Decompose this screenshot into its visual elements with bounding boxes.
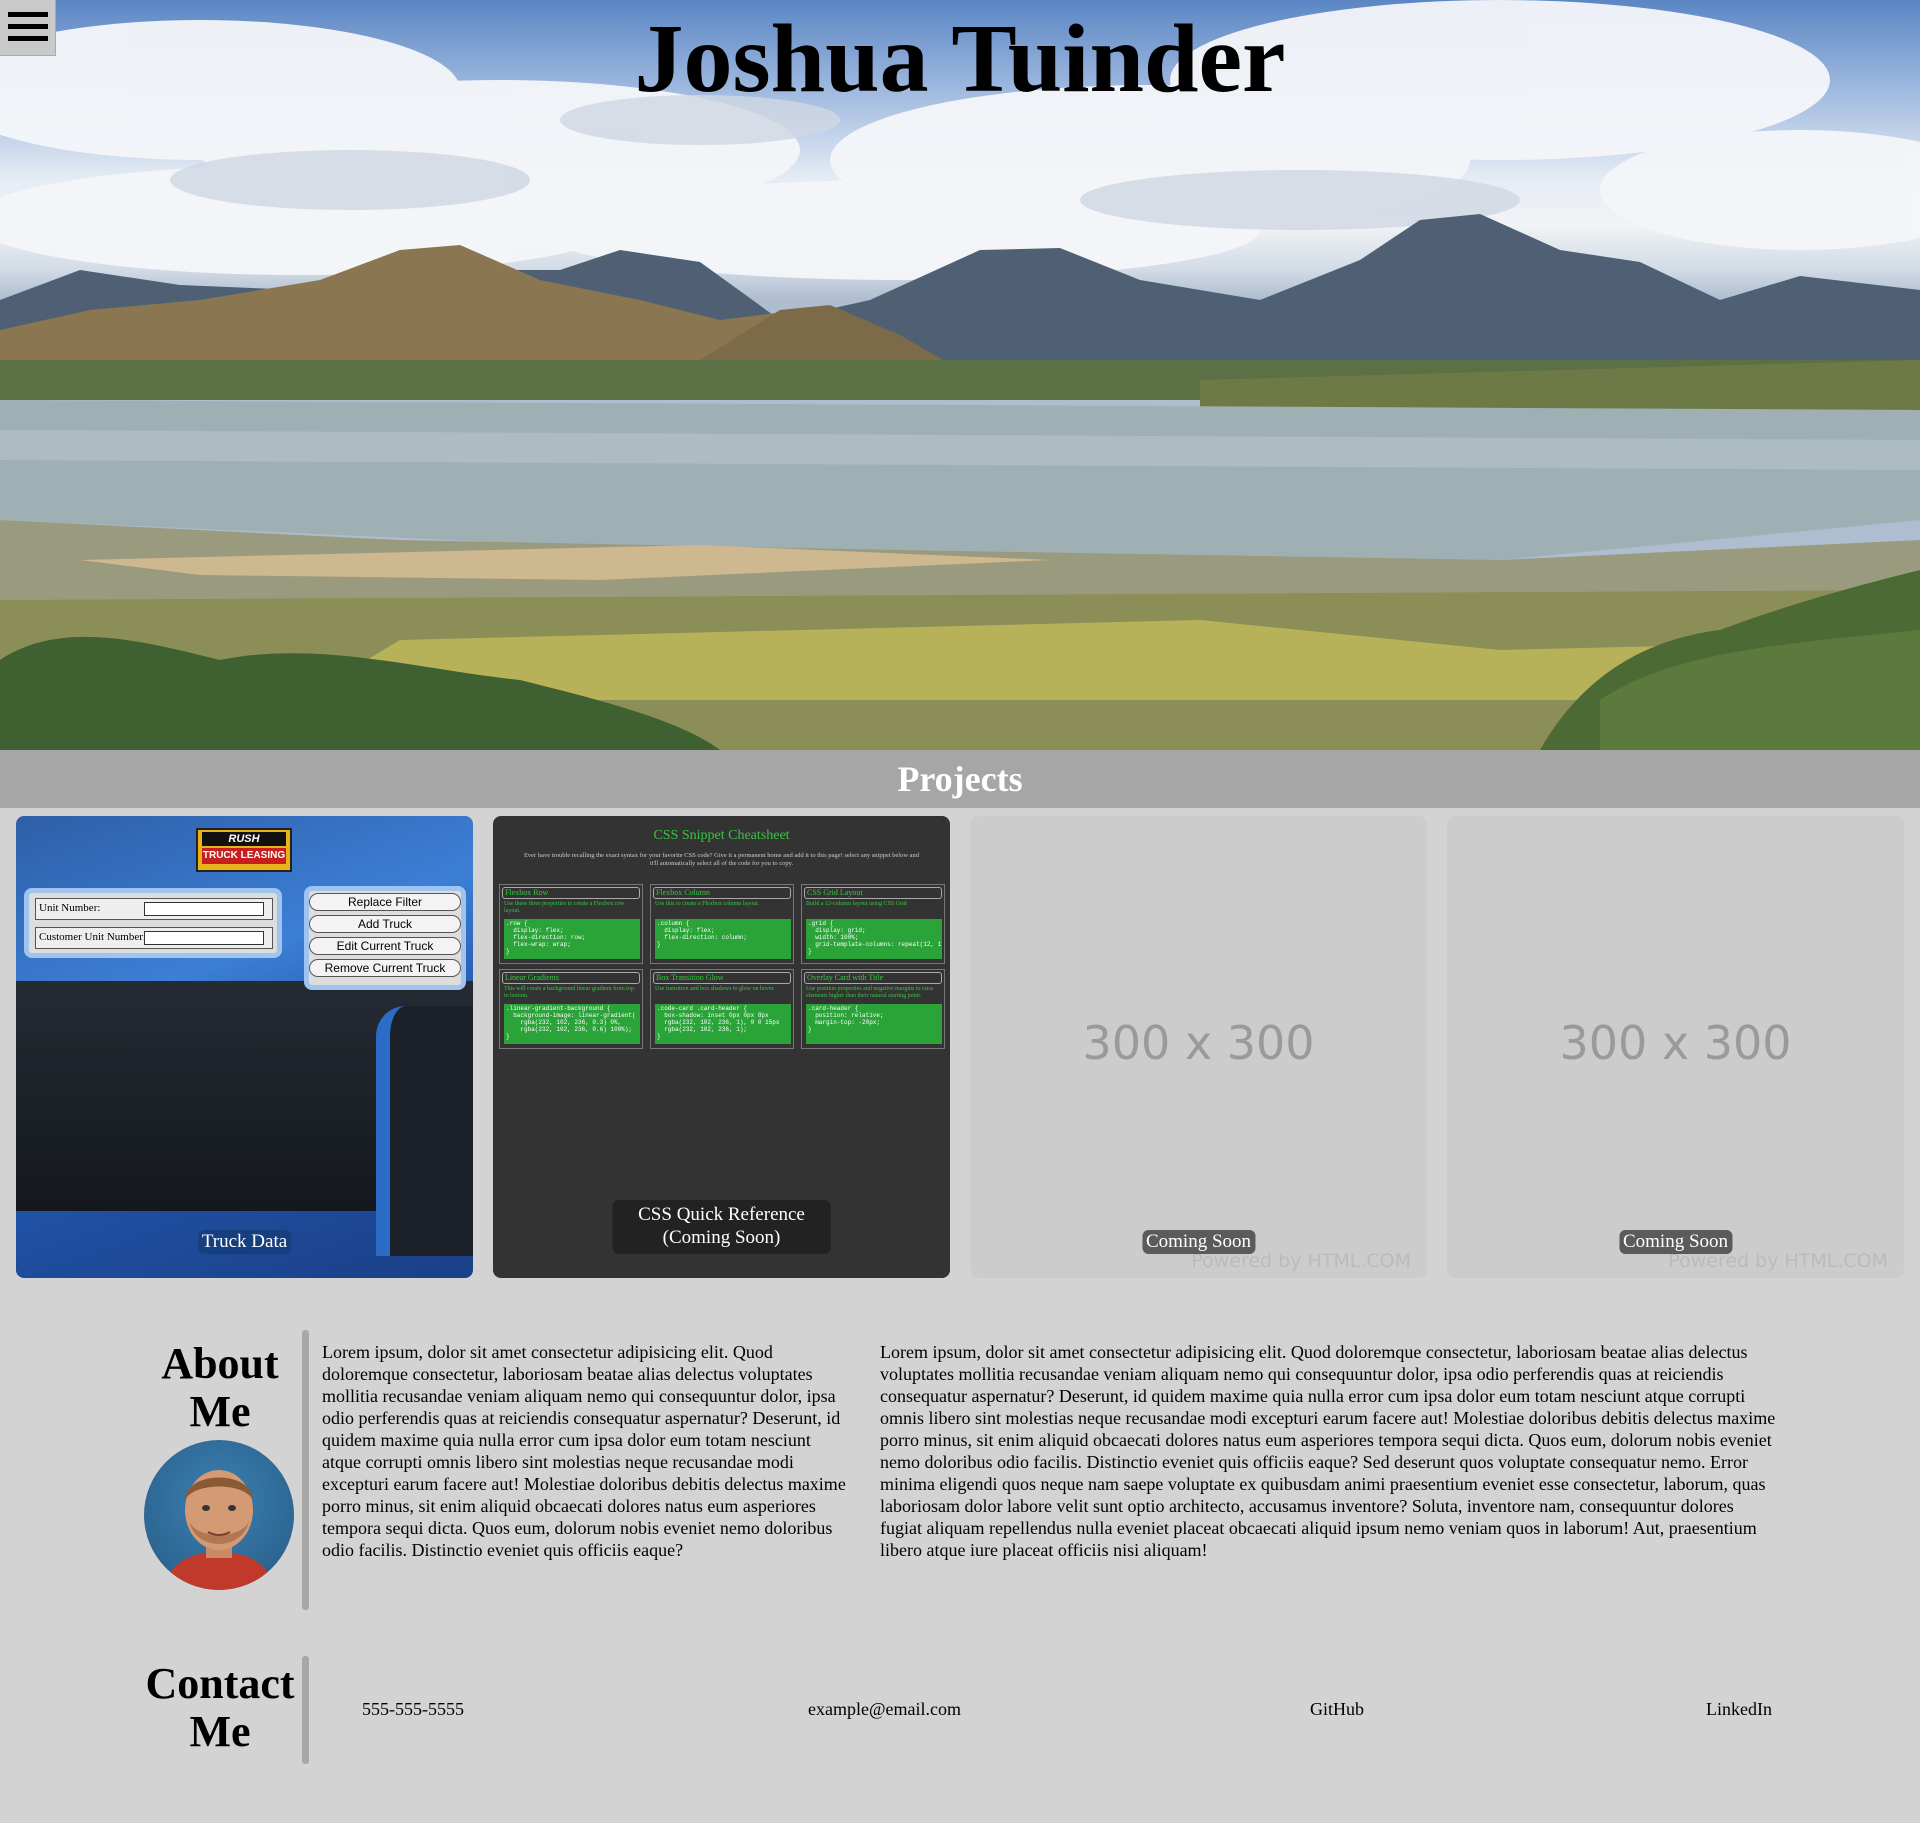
about-heading-line-1: About — [161, 1339, 279, 1388]
about-paragraph-2: Lorem ipsum, dolor sit amet consectetur … — [880, 1342, 1776, 1560]
contact-heading-line-2: Me — [189, 1707, 251, 1757]
snippet-description: Use this to create a Flexbox column layo… — [655, 901, 760, 907]
snippet-description: Build a 12-column layout using CSS Grid — [806, 901, 907, 907]
snippet-description: This will create a background linear gra… — [504, 986, 634, 999]
remove-current-truck-button[interactable]: Remove Current Truck — [309, 959, 461, 977]
card-label[interactable]: Coming Soon — [1141, 1230, 1256, 1254]
snippet-title: Flexbox Row — [502, 887, 640, 899]
edit-current-truck-button[interactable]: Edit Current Truck — [309, 937, 461, 955]
card-label-line-1: CSS Quick Reference — [638, 1204, 805, 1226]
customer-unit-number-row: Customer Unit Number: — [35, 927, 273, 949]
placeholder-size-text: 300 x 300 — [1082, 1016, 1315, 1070]
avatar — [144, 1440, 294, 1590]
card-label[interactable]: Truck Data — [197, 1230, 292, 1254]
placeholder-size-text: 300 x 300 — [1559, 1016, 1792, 1070]
card-label[interactable]: Coming Soon — [1618, 1230, 1733, 1254]
snippet-description: Use these three properties to create a F… — [504, 901, 625, 914]
logo-line-1: RUSH — [202, 832, 286, 846]
snippet-title: Linear Gradients — [502, 972, 640, 984]
unit-number-input[interactable] — [144, 902, 264, 916]
contact-linkedin-link[interactable]: LinkedIn — [1706, 1698, 1772, 1720]
customer-unit-number-label: Customer Unit Number: — [39, 931, 146, 943]
projects-heading: Projects — [897, 759, 1023, 799]
contact-heading: Contact Me — [140, 1659, 300, 1757]
snippet-title: CSS Grid Layout — [804, 887, 942, 899]
snippet-title: Overlay Card with Title — [804, 972, 942, 984]
snippet-card: Linear Gradients This will create a back… — [499, 969, 643, 1049]
snippet-description: Use position properties and negative mar… — [806, 986, 934, 999]
about-heading-line-2: Me — [189, 1387, 251, 1437]
snippet-title: Flexbox Column — [653, 887, 791, 899]
profile-photo — [164, 1470, 274, 1590]
replace-filter-button[interactable]: Replace Filter — [309, 893, 461, 911]
unit-number-label: Unit Number: — [39, 902, 101, 914]
contact-divider — [302, 1656, 309, 1764]
about-heading: About Me — [140, 1339, 300, 1437]
customer-unit-number-input[interactable] — [144, 931, 264, 945]
menu-bar — [8, 36, 48, 41]
snippet-card: Box Transition Glow Use transition and b… — [650, 969, 794, 1049]
snippet-code: .column { display: flex; flex-direction:… — [655, 919, 791, 959]
contact-phone[interactable]: 555-555-5555 — [362, 1698, 464, 1720]
page-title: Joshua Tuinder — [634, 5, 1286, 113]
project-card-coming-soon[interactable]: 300 x 300 Powered by HTML.COM Coming Soo… — [1447, 816, 1904, 1278]
logo-line-2: TRUCK LEASING — [202, 848, 286, 864]
add-truck-button[interactable]: Add Truck — [309, 915, 461, 933]
hero-banner: Joshua Tuinder — [0, 0, 1920, 750]
truck-side-window-image — [376, 1006, 473, 1256]
contact-email-link[interactable]: example@email.com — [808, 1698, 961, 1720]
menu-bar — [8, 24, 48, 29]
snippet-code: .grid { display: grid; width: 100%; grid… — [806, 919, 942, 959]
truck-action-buttons: Replace Filter Add Truck Edit Current Tr… — [304, 886, 466, 990]
project-card-coming-soon[interactable]: 300 x 300 Powered by HTML.COM Coming Soo… — [970, 816, 1427, 1278]
about-divider — [302, 1330, 309, 1610]
snippet-code: .card-header { position: relative; margi… — [806, 1004, 942, 1044]
project-cards: RUSH TRUCK LEASING Unit Number: Customer… — [16, 816, 1904, 1278]
cheatsheet-subtitle: Ever have trouble recalling the exact sy… — [523, 852, 920, 867]
rush-truck-leasing-logo: RUSH TRUCK LEASING — [196, 828, 292, 872]
contact-github-link[interactable]: GitHub — [1310, 1698, 1364, 1720]
snippet-code: .linear-gradient-background { background… — [504, 1004, 640, 1044]
about-paragraph-1: Lorem ipsum, dolor sit amet consectetur … — [322, 1342, 846, 1560]
snippet-card: Overlay Card with Title Use position pro… — [801, 969, 945, 1049]
snippet-card: Flexbox Column Use this to create a Flex… — [650, 884, 794, 964]
unit-number-row: Unit Number: — [35, 898, 273, 920]
project-card-css-quick-reference[interactable]: CSS Snippet Cheatsheet Ever have trouble… — [493, 816, 950, 1278]
hamburger-menu-icon[interactable] — [0, 0, 56, 56]
snippet-card: Flexbox Row Use these three properties t… — [499, 884, 643, 964]
snippet-code: .code-card .card-header { box-shadow: in… — [655, 1004, 791, 1044]
card-label-line-2: (Coming Soon) — [662, 1227, 781, 1249]
card-label[interactable]: CSS Quick Reference (Coming Soon) — [612, 1200, 831, 1254]
projects-section-header: Projects — [0, 750, 1920, 808]
snippet-description: Use transition and box shadows to glow o… — [655, 986, 775, 992]
snippet-card: CSS Grid Layout Build a 12-column layout… — [801, 884, 945, 964]
snippet-title: Box Transition Glow — [653, 972, 791, 984]
cheatsheet-title: CSS Snippet Cheatsheet — [653, 828, 790, 843]
truck-search-form: Unit Number: Customer Unit Number: — [24, 888, 282, 958]
project-card-truck-data[interactable]: RUSH TRUCK LEASING Unit Number: Customer… — [16, 816, 473, 1278]
snippet-code: .row { display: flex; flex-direction: ro… — [504, 919, 640, 959]
contact-heading-line-1: Contact — [145, 1659, 295, 1708]
menu-bar — [8, 12, 48, 17]
